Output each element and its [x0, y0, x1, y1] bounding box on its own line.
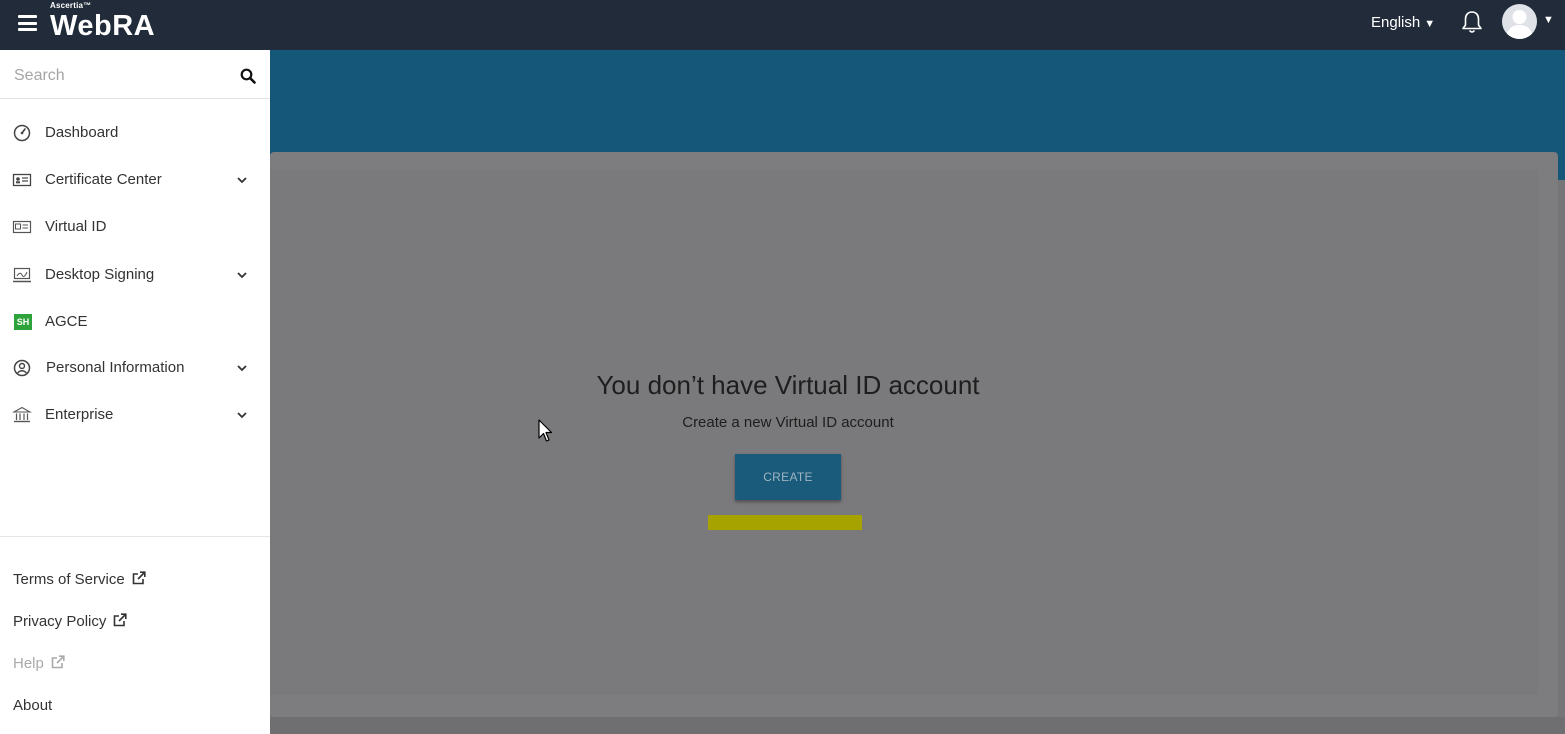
create-button[interactable]: CREATE: [735, 454, 841, 500]
sidebar-item-label: Personal Information: [46, 359, 185, 376]
id-card-icon: [12, 220, 32, 234]
dashboard-icon: [13, 124, 31, 142]
external-link-icon: [51, 655, 65, 669]
sidebar-item-label: Desktop Signing: [45, 266, 155, 283]
privacy-label: Privacy Policy: [13, 613, 107, 630]
terms-of-service-link[interactable]: Terms of Service: [13, 571, 146, 588]
sidebar-item-certificate-center[interactable]: Certificate Center: [0, 158, 270, 202]
terms-label: Terms of Service: [13, 571, 125, 588]
bank-icon: [12, 406, 32, 423]
empty-state-title: You don’t have Virtual ID account: [596, 370, 980, 400]
content-card-body: [270, 170, 1538, 695]
sidebar-item-enterprise[interactable]: Enterprise: [0, 393, 270, 437]
hamburger-menu-icon[interactable]: [18, 15, 37, 31]
user-circle-icon: [13, 359, 31, 377]
about-link[interactable]: About: [13, 697, 52, 714]
search-icon[interactable]: [240, 68, 256, 84]
logo-company-name: Ascertia™: [50, 1, 92, 10]
agce-icon: SH: [14, 314, 32, 330]
certificate-icon: [12, 173, 32, 187]
user-silhouette-icon: [1506, 10, 1533, 39]
avatar: [1502, 4, 1537, 39]
sidebar: Dashboard Certificate Center Virtual ID: [0, 50, 270, 734]
sidebar-item-label: Dashboard: [45, 124, 119, 141]
caret-down-icon: ▼: [1543, 14, 1554, 26]
language-label: English: [1371, 14, 1421, 31]
user-menu[interactable]: ▼: [1502, 4, 1562, 40]
help-link[interactable]: Help: [13, 655, 65, 672]
sidebar-search: [0, 50, 270, 99]
caret-down-icon: ▼: [1424, 18, 1436, 30]
app-logo[interactable]: Ascertia™ WebRA: [50, 1, 156, 43]
sidebar-item-personal-information[interactable]: Personal Information: [0, 346, 270, 390]
chevron-down-icon: [237, 412, 247, 419]
help-label: Help: [13, 655, 44, 672]
chevron-down-icon: [237, 365, 247, 372]
top-navbar: Ascertia™ WebRA English ▼ ▼: [0, 0, 1565, 50]
sidebar-item-virtual-id[interactable]: Virtual ID: [0, 205, 270, 249]
chevron-down-icon: [237, 272, 247, 279]
sidebar-item-label: Enterprise: [45, 406, 114, 423]
page-bottom: [270, 717, 1565, 734]
sidebar-item-label: Certificate Center: [45, 171, 162, 188]
search-input[interactable]: [12, 62, 226, 90]
mouse-cursor-icon: [538, 419, 552, 442]
desktop-signing-icon: [13, 267, 31, 283]
logo-product-name: WebRA: [50, 10, 156, 42]
sidebar-item-dashboard[interactable]: Dashboard: [0, 111, 270, 155]
external-link-icon: [114, 613, 127, 627]
sidebar-item-label: Virtual ID: [45, 218, 107, 235]
sidebar-item-agce[interactable]: SH AGCE: [0, 300, 270, 344]
sidebar-divider: [0, 536, 270, 537]
empty-state-subtitle: Create a new Virtual ID account: [682, 414, 894, 431]
external-link-icon: [132, 571, 146, 585]
chevron-down-icon: [237, 177, 247, 184]
privacy-policy-link[interactable]: Privacy Policy: [13, 613, 127, 630]
highlight-marker: [708, 515, 862, 530]
sidebar-item-desktop-signing[interactable]: Desktop Signing: [0, 253, 270, 297]
bell-icon[interactable]: [1459, 9, 1485, 35]
sidebar-item-label: AGCE: [45, 313, 88, 330]
language-selector[interactable]: English ▼: [1371, 14, 1435, 31]
